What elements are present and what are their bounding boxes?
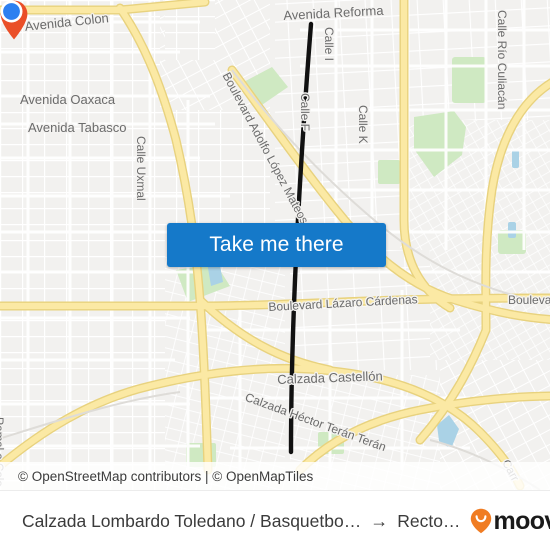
- attribution-text[interactable]: © OpenStreetMap contributors | © OpenMap…: [0, 469, 313, 484]
- map-attribution-bar: © OpenStreetMap contributors | © OpenMap…: [0, 462, 550, 490]
- trip-destination-label: Recto…: [397, 510, 461, 531]
- moovit-wordmark: moovit: [493, 506, 550, 535]
- trip-footer-bar[interactable]: Calzada Lombardo Toledano / Basquetbo… →…: [0, 490, 550, 551]
- moovit-logo[interactable]: moovit: [470, 508, 550, 534]
- origin-dot[interactable]: [0, 0, 23, 23]
- trip-origin-label: Calzada Lombardo Toledano / Basquetbo…: [22, 510, 362, 531]
- arrow-right-icon: →: [370, 510, 389, 531]
- map-canvas[interactable]: Avenida Colon Avenida Oaxaca Avenida Tabas…: [0, 0, 550, 490]
- moovit-pin-icon: [471, 508, 492, 534]
- moovit-trip-map-screen: Avenida Colon Avenida Oaxaca Avenida Tabas…: [0, 0, 550, 551]
- take-me-there-button[interactable]: Take me there: [167, 223, 386, 267]
